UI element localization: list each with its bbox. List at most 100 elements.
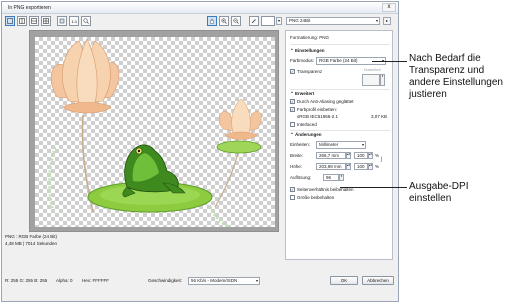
chevron-down-icon: ▾ [255,278,258,283]
interlaced-label: Interlaced [297,122,317,127]
chevron-down-icon: ▾ [375,18,378,23]
preview-canvas[interactable] [35,37,275,227]
keep-size-label: Größe beibehalten [297,195,335,200]
divider [290,89,390,90]
zoom-out-icon [233,18,239,24]
resolution-input[interactable]: 96 [323,174,339,181]
divider [290,44,390,45]
eyedropper-icon [251,19,256,24]
format-menu-button[interactable]: ▸ [383,17,391,25]
pan-tool-button[interactable] [207,16,217,26]
grass-stem-right [208,206,230,227]
section-changes-label: Änderungen [295,132,322,137]
section-changes-heading[interactable]: ⌃ Änderungen [290,132,322,138]
split-horizontal-button[interactable] [29,16,39,26]
zoom-actual-button[interactable]: 1:1 [69,16,79,26]
interlaced-checkbox[interactable] [290,122,295,127]
zoom-out-tool-button[interactable] [231,16,241,26]
eyedropper-button[interactable] [249,16,259,26]
anti-alias-checkbox[interactable]: ✓ [290,99,295,104]
speed-value: 56 Kb/s - Modem/ISDN [191,278,238,283]
section-settings-label: Einstellungen [295,48,325,53]
embed-profile-checkbox[interactable]: ✓ [290,107,295,112]
lotus-stem-small [214,144,241,208]
divider [290,130,390,131]
fit-view-icon [59,18,65,24]
color-mode-value: RGB Farbe (24 Bit) [319,58,358,63]
split-horizontal-icon [31,18,37,24]
section-advanced-heading[interactable]: ⌃ Erweitert [290,91,314,97]
callout-line-top [372,61,407,62]
height-label: Höhe: [290,164,303,169]
svg-text:1:1: 1:1 [72,19,78,24]
resolution-label: Auflösung: [290,175,312,180]
zoom-fit-icon [83,18,89,24]
height-percent-stepper[interactable]: ▴▾ [368,163,373,170]
width-percent-stepper[interactable]: ▴▾ [368,152,373,159]
dither-dropdown[interactable]: ▾ [380,74,385,86]
color-mode-label: Farbmodus: [290,58,315,63]
frog [122,144,186,198]
single-view-button[interactable] [5,16,15,26]
units-value: Millimeter [319,142,339,147]
width-input[interactable]: 266,7 mm [316,152,346,159]
section-settings-heading[interactable]: ⌃ Einstellungen [290,48,325,54]
speed-label: Geschwindigkeit: [148,278,183,283]
swatch-dropdown-button[interactable]: ▾ [276,17,282,25]
percent-sign: % [375,164,380,169]
height-percent-input[interactable]: 100 [354,163,368,170]
settings-panel: Formatierung: PNG ⌃ Einstellungen Farbmo… [285,30,393,260]
width-label: Breite: [290,153,304,158]
speed-select[interactable]: 56 Kb/s - Modem/ISDN ▾ [188,277,260,285]
quad-view-icon [43,18,49,24]
height-value: 203,99 mm [319,164,342,169]
format-select-value: PNG 24Bit [289,18,311,23]
height-input[interactable]: 203,99 mm [316,163,346,170]
link-ratio-icon[interactable]: ⌋ [380,156,382,163]
export-dialog: In PNG exportieren x 1:1 ▾ PNG 24Bit ▾ ▸… [1,1,399,302]
background-color-swatch[interactable] [261,16,275,26]
callout-line-bottom [340,187,407,188]
width-percent-input[interactable]: 100 [354,152,368,159]
format-select[interactable]: PNG 24Bit ▾ [286,17,380,25]
transparency-label: Transparenz [297,69,323,74]
anti-alias-label: Durch Anti-Aliasing geglättet [297,99,354,104]
preview-frame [29,30,279,232]
zoom-fit-button[interactable] [81,16,91,26]
keep-ratio-checkbox[interactable]: ✓ [290,187,295,192]
resolution-dropdown[interactable]: ▾ [339,174,344,181]
dither-field[interactable] [362,74,380,86]
chevron-down-icon: ▾ [361,142,364,147]
section-advanced-label: Erweitert [295,91,315,96]
split-vertical-icon [19,18,25,24]
zoom-actual-icon: 1:1 [72,19,78,24]
width-stepper[interactable]: ▴▾ [346,152,351,159]
height-stepper[interactable]: ▴▾ [346,163,351,170]
transparency-checkbox[interactable]: ✓ [290,69,295,74]
grass-stem [47,146,57,213]
fit-view-button[interactable] [57,16,67,26]
profile-name: sRGB IEC61966-2.1 [297,114,339,119]
zoom-in-tool-button[interactable] [219,16,229,26]
quad-view-button[interactable] [41,16,51,26]
close-button[interactable]: x [382,3,396,12]
width-value: 266,7 mm [319,153,340,158]
embed-profile-label: Farbprofil einbetten: [297,107,338,112]
keep-size-checkbox[interactable] [290,195,295,200]
dither-label: Dunkelheit [364,68,381,72]
hand-icon [210,18,214,24]
window-title: In PNG exportieren [8,5,51,11]
toolbar: 1:1 ▾ PNG 24Bit ▾ ▸ [2,14,398,28]
ok-button[interactable]: OK [330,276,358,285]
large-lotus [50,38,120,114]
title-bar: In PNG exportieren x [2,2,398,14]
cancel-button[interactable]: Abbrechen [362,276,394,285]
height-percent-value: 100 [357,164,365,169]
image-info-size: 4,48 MB | 7014 Sekunden [5,241,57,246]
callout-dpi: Ausgabe-DPI einstellen [409,181,469,204]
alpha-readout: Alpha: 0 [56,278,73,283]
split-vertical-button[interactable] [17,16,27,26]
small-lily-pad [216,140,262,154]
units-label: Einheiten: [290,142,311,147]
units-select[interactable]: Millimeter ▾ [316,141,366,149]
